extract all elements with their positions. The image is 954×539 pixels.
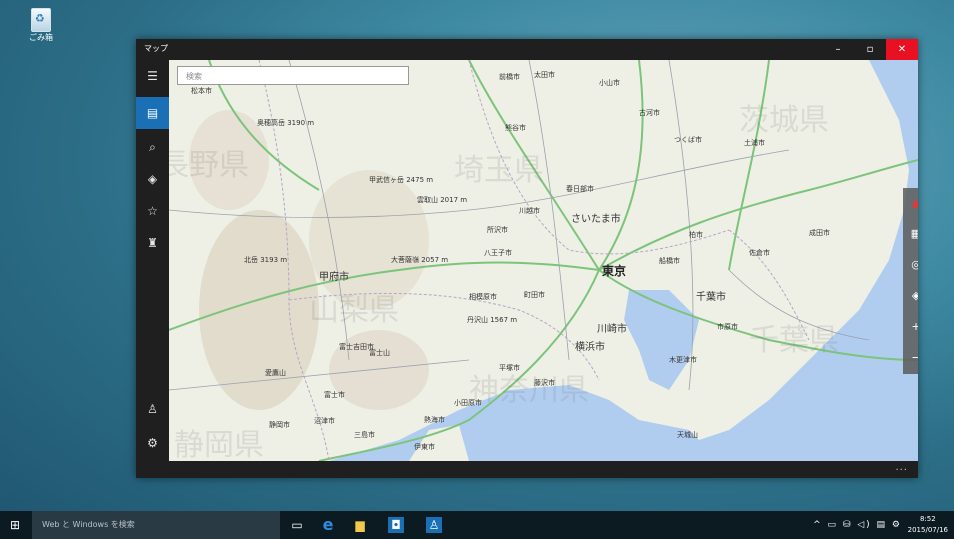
city-label[interactable]: 沼津市 [314,416,335,426]
clock[interactable]: 8:52 2015/07/16 [908,514,948,536]
maps-app-icon[interactable]: ♙ [426,517,442,533]
left-navigation: ☰ ▤ ⌕ ◈ ☆ ♜ ♙ ⚙ [136,60,169,461]
city-label[interactable]: さいたま市 [571,210,621,225]
peak-label: 甲武信ヶ岳 2475 m [369,176,434,184]
recycle-bin-desktop-icon[interactable]: ごみ箱 [24,8,58,43]
zoom-out-icon[interactable]: − [903,343,918,373]
compass-icon[interactable]: ▲ [903,188,918,218]
city-label[interactable]: 伊東市 [414,442,435,452]
peak-label: 奥穂高岳 3190 m [257,119,315,127]
map-icon[interactable]: ▤ [136,97,169,129]
city-label[interactable]: 平塚市 [499,363,520,373]
city-label[interactable]: 小田原市 [454,398,482,408]
task-view-icon[interactable]: ▭ [287,515,307,535]
title-bar[interactable]: マップ – ▫ ✕ [136,39,918,60]
favorites-icon[interactable]: ☆ [136,195,169,227]
layers-icon[interactable]: ◈ [903,281,918,311]
clock-date: 2015/07/16 [907,526,948,534]
prefecture-label: 静岡県 [174,428,264,461]
city-label[interactable]: 柏市 [689,230,703,240]
peak-label: 雲取山 2017 m [417,196,468,204]
more-options-icon[interactable]: ... [895,462,908,473]
city-label[interactable]: 千葉市 [696,288,726,303]
city-label[interactable]: 船橋市 [659,256,680,266]
peak-label: 大菩薩嶺 2057 m [391,256,449,264]
prefecture-label: 長野県 [169,148,249,183]
city-label[interactable]: 佐倉市 [749,248,770,258]
locate-icon[interactable]: ◎ [903,250,918,280]
city-label[interactable]: 富士市 [324,390,345,400]
city-label[interactable]: 横浜市 [575,338,605,353]
peak-label: 丹沢山 1567 m [467,316,518,324]
city-label[interactable]: つくば市 [674,135,702,145]
street-view-icon[interactable]: ▦ [903,219,918,249]
map-canvas[interactable]: 検索 長野県 埼玉県 茨城県 山梨県 千葉県 静岡県 神奈川県 東京 さいたま市… [169,60,918,461]
city-label[interactable]: 小山市 [599,78,620,88]
3d-cities-icon[interactable]: ♜ [136,227,169,259]
city-label[interactable]: 古河市 [639,108,660,118]
peak-label: 愛鷹山 [265,369,286,377]
city-label[interactable]: 藤沢市 [534,378,555,388]
city-label[interactable]: 熱海市 [424,415,445,425]
search-input[interactable]: 検索 [177,66,409,85]
hamburger-menu-icon[interactable]: ☰ [136,60,169,92]
city-label[interactable]: 相模原市 [469,292,497,302]
zoom-in-icon[interactable]: + [903,312,918,342]
minimize-button[interactable]: – [822,39,854,60]
city-label[interactable]: 東京 [602,262,626,279]
peak-label: 天城山 [677,431,698,439]
settings-icon[interactable]: ⚙ [136,427,169,459]
window-title: マップ [144,44,168,53]
search-icon[interactable]: ⌕ [136,131,169,163]
taskbar: ⊞ Web と Windows を検索 ▭ e ▆ ◘ ♙ ^ ▭ ⛁ ◁) ▤… [0,511,954,539]
prefecture-label: 茨城県 [739,103,829,138]
edge-browser-icon[interactable]: e [318,515,338,535]
directions-icon[interactable]: ◈ [136,163,169,195]
city-label[interactable]: 土浦市 [744,138,765,148]
file-explorer-icon[interactable]: ▆ [350,515,370,535]
clock-time: 8:52 [919,515,936,523]
city-label[interactable]: 前橋市 [499,72,520,82]
store-icon[interactable]: ◘ [388,517,404,533]
windows-start-icon[interactable]: ⊞ [10,518,24,532]
city-label[interactable]: 太田市 [534,70,555,80]
city-label[interactable]: 甲府市 [319,268,349,283]
map-controls-toolbar: ▲ ▦ ◎ ◈ + − [903,188,918,374]
app-bottom-bar: ... [169,461,918,478]
city-label[interactable]: 市原市 [717,322,738,332]
maps-window: マップ – ▫ ✕ ☰ ▤ ⌕ ◈ ☆ ♜ ♙ ⚙ 検索 長野県 埼玉県 茨城県… [136,39,918,478]
peak-label: 富士山 [369,349,390,357]
city-label[interactable]: 木更津市 [669,355,697,365]
account-icon[interactable]: ♙ [136,393,169,425]
city-label[interactable]: 川越市 [519,206,540,216]
prefecture-label: 山梨県 [309,293,399,328]
city-label[interactable]: 松本市 [191,86,212,96]
city-label[interactable]: 春日部市 [566,184,594,194]
recycle-bin-label: ごみ箱 [29,33,53,42]
taskbar-search-input[interactable]: Web と Windows を検索 [32,511,280,539]
prefecture-label: 千葉県 [749,323,839,358]
close-button[interactable]: ✕ [886,39,918,60]
prefecture-label: 埼玉県 [454,153,544,188]
city-label[interactable]: 川崎市 [597,320,627,335]
system-tray[interactable]: ^ ▭ ⛁ ◁) ▤ ⚙ [813,511,902,539]
prefecture-label: 神奈川県 [469,373,589,408]
recycle-bin-icon [31,8,51,32]
maximize-button[interactable]: ▫ [854,39,886,60]
city-label[interactable]: 三島市 [354,430,375,440]
city-label[interactable]: 町田市 [524,290,545,300]
city-label[interactable]: 熊谷市 [505,123,526,133]
city-label[interactable]: 八王子市 [484,248,512,258]
city-label[interactable]: 所沢市 [487,225,508,235]
city-label[interactable]: 静岡市 [269,420,290,430]
city-label[interactable]: 成田市 [809,228,830,238]
peak-label: 北岳 3193 m [244,256,288,264]
